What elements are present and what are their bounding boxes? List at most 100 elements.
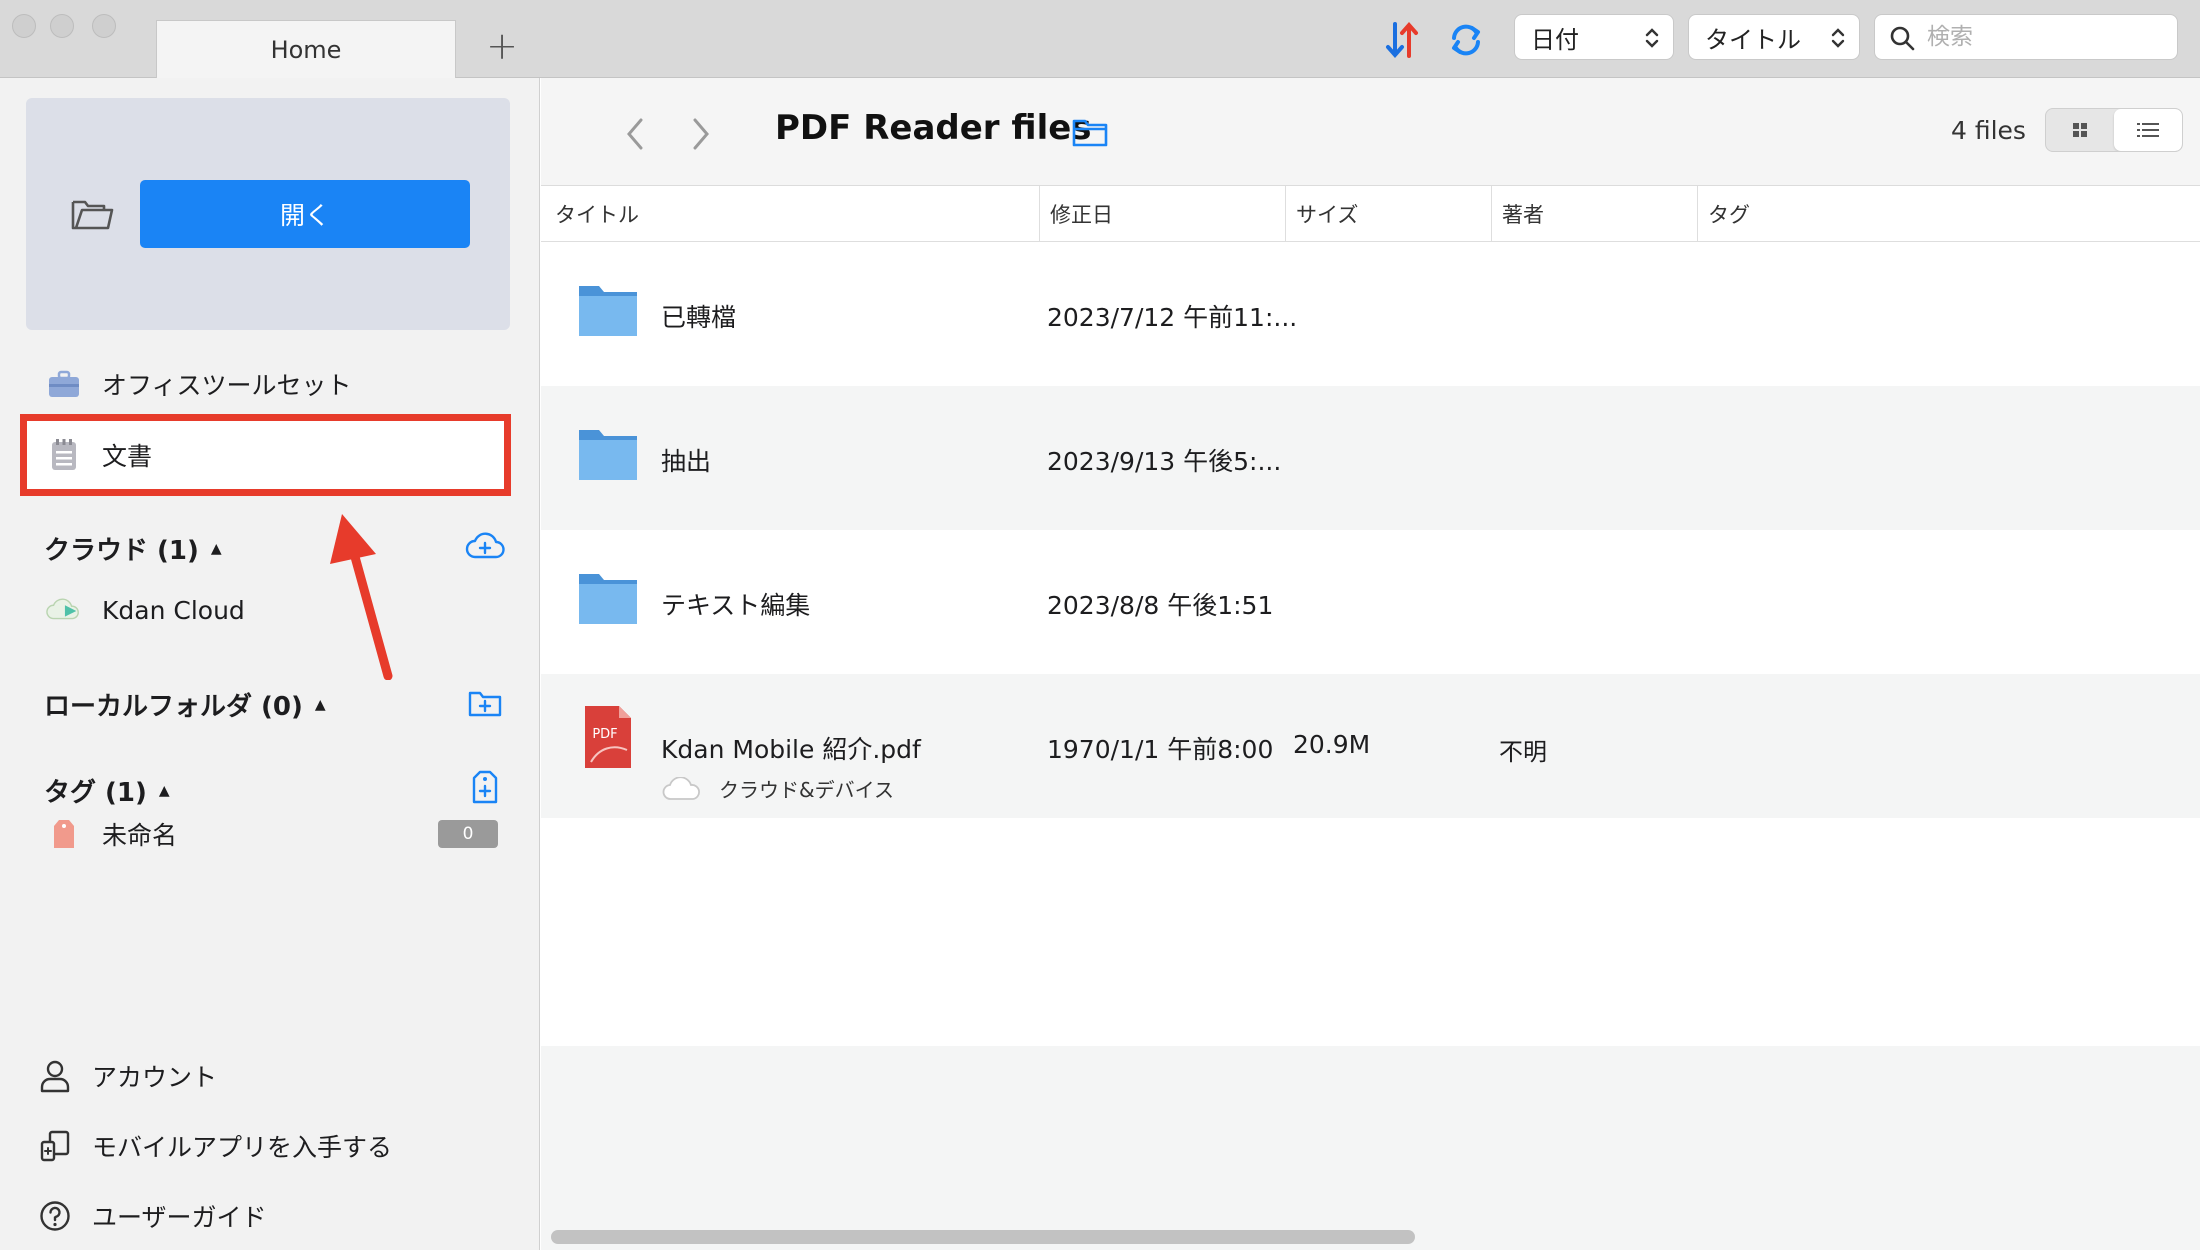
title-bar: Home + 日付 タイトル xyxy=(0,0,2200,78)
open-button[interactable]: 開く xyxy=(140,180,470,248)
column-title[interactable]: タイトル xyxy=(545,186,1039,242)
refresh-icon[interactable] xyxy=(1444,18,1488,62)
search-input[interactable] xyxy=(1927,24,2157,50)
column-size[interactable]: サイズ xyxy=(1285,186,1491,242)
sidebar-item-label: オフィスツールセット xyxy=(102,371,352,400)
file-date: 1970/1/1 午前8:00 xyxy=(1047,735,1274,764)
cloud-add-icon xyxy=(465,532,505,559)
sidebar-item-user-guide[interactable]: ユーザーガイド xyxy=(38,1192,267,1240)
search-icon xyxy=(1890,26,1915,51)
mobile-app-icon xyxy=(38,1129,72,1163)
sidebar-item-mobile-app[interactable]: モバイルアプリを入手する xyxy=(38,1122,392,1170)
main-panel: PDF Reader files 4 files タイトル 修正日 サイズ 著者… xyxy=(541,78,2200,1250)
main-toolbar: PDF Reader files 4 files xyxy=(541,78,2200,186)
search-box[interactable] xyxy=(1874,14,2178,60)
add-local-folder-button[interactable] xyxy=(464,684,506,722)
sidebar: 開く オフィスツールセット 文書 クラウド (1) ▲ Kdan Cloud ロ… xyxy=(0,78,540,1250)
list-view-button[interactable] xyxy=(2114,109,2182,151)
file-size: 20.9M xyxy=(1293,730,1371,759)
sidebar-item-office-toolset[interactable]: オフィスツールセット xyxy=(30,356,510,412)
column-header: タイトル 修正日 サイズ 著者 タグ xyxy=(541,186,2200,242)
title-select[interactable]: タイトル xyxy=(1688,14,1860,60)
collapse-triangle-icon[interactable]: ▲ xyxy=(211,541,222,557)
add-tag-button[interactable] xyxy=(464,768,506,806)
column-modified[interactable]: 修正日 xyxy=(1039,186,1285,242)
tab-home-label: Home xyxy=(270,35,342,64)
tags-section-header[interactable]: タグ (1) ▲ xyxy=(44,772,170,809)
file-date: 2023/9/13 午後5:... xyxy=(1047,447,1282,476)
file-name: 抽出 xyxy=(661,447,712,476)
file-location: クラウド&デバイス xyxy=(661,774,894,803)
folder-icon xyxy=(579,430,637,480)
column-author[interactable]: 著者 xyxy=(1491,186,1697,242)
sort-select-value: 日付 xyxy=(1531,25,1579,54)
table-row[interactable]: PDF Kdan Mobile 紹介.pdf 1970/1/1 午前8:00 2… xyxy=(541,674,2200,818)
local-folder-section-header[interactable]: ローカルフォルダ (0) ▲ xyxy=(44,686,326,723)
tag-count-badge: 0 xyxy=(438,820,498,848)
file-name: 已轉檔 xyxy=(661,303,737,332)
cloud-section-header[interactable]: クラウド (1) ▲ xyxy=(44,530,222,567)
folder-icon xyxy=(579,574,637,624)
window-zoom-button[interactable] xyxy=(92,14,116,38)
collapse-triangle-icon[interactable]: ▲ xyxy=(315,697,326,713)
file-name: Kdan Mobile 紹介.pdf xyxy=(661,735,921,764)
file-author: 不明 xyxy=(1499,738,1547,766)
chevron-left-icon xyxy=(627,118,643,150)
chevron-updown-icon xyxy=(1831,28,1845,48)
annotation-arrow-icon xyxy=(330,514,393,680)
back-button[interactable] xyxy=(615,114,655,154)
file-date: 2023/8/8 午後1:51 xyxy=(1047,591,1274,620)
title-select-value: タイトル xyxy=(1705,25,1801,54)
folder-add-icon xyxy=(468,691,502,717)
empty-row-area xyxy=(541,1046,2200,1250)
sort-order-icon[interactable] xyxy=(1380,18,1424,62)
add-cloud-button[interactable] xyxy=(464,528,506,566)
window-close-button[interactable] xyxy=(12,14,36,38)
sidebar-item-label: 未命名 xyxy=(102,821,178,850)
horizontal-scrollbar[interactable] xyxy=(551,1230,1415,1244)
chevron-updown-icon xyxy=(1645,28,1659,48)
column-tags[interactable]: タグ xyxy=(1697,186,1997,242)
sidebar-item-account[interactable]: アカウント xyxy=(38,1052,217,1100)
open-folder-icon xyxy=(71,200,114,230)
file-name: テキスト編集 xyxy=(661,591,811,620)
chevron-right-icon xyxy=(693,118,709,150)
cloud-icon xyxy=(662,776,700,800)
pdf-file-icon: PDF xyxy=(585,706,631,768)
folder-icon[interactable] xyxy=(1071,116,1109,150)
folder-icon xyxy=(579,286,637,336)
table-row[interactable]: テキスト編集 2023/8/8 午後1:51 xyxy=(541,530,2200,674)
grid-view-button[interactable] xyxy=(2046,109,2114,151)
sidebar-bottom-label: モバイルアプリを入手する xyxy=(92,1133,393,1162)
table-row[interactable]: 已轉檔 2023/7/12 午前11:... xyxy=(541,242,2200,386)
cloud-section-title: クラウド (1) xyxy=(44,536,199,566)
list-icon xyxy=(2137,123,2159,137)
tag-icon xyxy=(46,817,82,851)
grid-icon xyxy=(2073,123,2087,137)
file-count: 4 files xyxy=(1951,116,2026,145)
user-icon xyxy=(38,1059,72,1093)
table-row[interactable]: 抽出 2023/9/13 午後5:... xyxy=(541,386,2200,530)
sidebar-item-label: Kdan Cloud xyxy=(102,595,245,625)
sidebar-item-label: 文書 xyxy=(102,442,153,471)
view-toggle xyxy=(2045,108,2183,152)
file-location-label: クラウド&デバイス xyxy=(719,778,894,802)
document-icon xyxy=(46,438,82,472)
sidebar-bottom-label: アカウント xyxy=(92,1063,218,1092)
sidebar-bottom-label: ユーザーガイド xyxy=(92,1203,267,1232)
collapse-triangle-icon[interactable]: ▲ xyxy=(159,783,170,799)
open-card: 開く xyxy=(26,98,510,330)
tags-section-title: タグ (1) xyxy=(44,778,147,808)
sidebar-item-kdan-cloud[interactable]: Kdan Cloud xyxy=(30,582,510,638)
kdan-cloud-icon xyxy=(46,593,82,627)
tag-add-icon xyxy=(472,770,498,804)
forward-button[interactable] xyxy=(681,114,721,154)
add-tab-button[interactable]: + xyxy=(482,24,522,68)
file-date: 2023/7/12 午前11:... xyxy=(1047,303,1298,332)
sort-select[interactable]: 日付 xyxy=(1514,14,1674,60)
local-folder-section-title: ローカルフォルダ (0) xyxy=(44,692,303,722)
pdf-icon-label: PDF xyxy=(592,727,617,742)
tab-home[interactable]: Home xyxy=(156,20,456,78)
sidebar-item-documents[interactable]: 文書 xyxy=(30,427,510,483)
window-minimize-button[interactable] xyxy=(50,14,74,38)
